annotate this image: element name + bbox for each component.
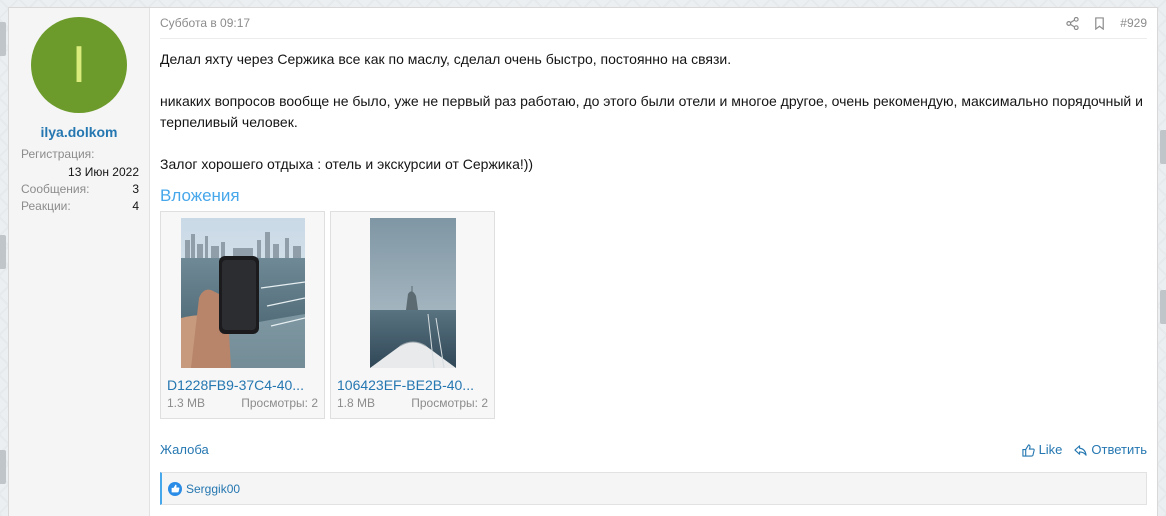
attachment-size: 1.8 MB [337, 396, 376, 410]
avatar[interactable]: I [31, 17, 127, 113]
reply-button[interactable]: Ответить [1074, 442, 1147, 457]
attachment-item[interactable]: 106423EF-BE2B-40... 1.8 MB Просмотры: 2 [330, 211, 495, 419]
post-paragraph: Залог хорошего отдыха : отель и экскурси… [160, 156, 534, 172]
right-edge-tab [1160, 290, 1166, 324]
attachment-size: 1.3 MB [167, 396, 206, 410]
attachment-views: Просмотры: 2 [241, 396, 318, 410]
post-paragraph: Делал яхту через Сержика все как по масл… [160, 51, 732, 67]
reactions-count: 4 [132, 199, 139, 213]
attachment-meta: 1.3 MB Просмотры: 2 [167, 396, 318, 410]
avatar-letter: I [71, 36, 87, 94]
left-edge-tab [0, 22, 6, 56]
post-paragraph: никаких вопросов вообще не было, уже не … [160, 93, 1143, 130]
left-edge-tab [0, 235, 6, 269]
registration-label: Регистрация: [21, 147, 95, 161]
post-footer: Жалоба Like Ответить [160, 442, 1147, 457]
post-header: Суббота в 09:17 #929 [160, 8, 1147, 39]
reactions-label: Реакции: [21, 199, 71, 213]
user-info-panel: I ilya.dolkom Регистрация: 13 Июн 2022 С… [9, 8, 150, 516]
post-number[interactable]: #929 [1120, 16, 1147, 30]
attachment-views: Просмотры: 2 [411, 396, 488, 410]
attachments-list: D1228FB9-37C4-40... 1.3 MB Просмотры: 2 [160, 211, 1147, 419]
like-icon [1021, 442, 1035, 457]
reply-icon [1074, 442, 1088, 457]
attachment-name[interactable]: 106423EF-BE2B-40... [337, 377, 488, 393]
attachment-meta: 1.8 MB Просмотры: 2 [337, 396, 488, 410]
report-link[interactable]: Жалоба [160, 442, 209, 457]
post-main: Суббота в 09:17 #929 Делал яхту через Се… [150, 8, 1157, 516]
left-edge-tab [0, 450, 6, 484]
right-edge-tab [1160, 130, 1166, 164]
like-reaction-icon [168, 481, 182, 496]
bookmark-icon[interactable] [1093, 16, 1106, 31]
attachment-thumbnail[interactable] [167, 218, 318, 368]
share-icon[interactable] [1066, 16, 1079, 31]
reply-label: Ответить [1091, 442, 1147, 458]
forum-post: I ilya.dolkom Регистрация: 13 Июн 2022 С… [8, 7, 1158, 516]
registration-date: 13 Июн 2022 [68, 165, 139, 179]
post-timestamp[interactable]: Суббота в 09:17 [160, 16, 250, 30]
like-label: Like [1038, 442, 1063, 458]
post-body: Делал яхту через Сержика все как по масл… [160, 49, 1147, 175]
messages-label: Сообщения: [21, 182, 90, 196]
username[interactable]: ilya.dolkom [9, 124, 149, 140]
user-stats: Регистрация: 13 Июн 2022 Сообщения: 3 Ре… [21, 146, 139, 215]
like-button[interactable]: Like [1021, 442, 1063, 458]
messages-count: 3 [132, 182, 139, 196]
attachments-title: Вложения [160, 186, 240, 205]
attachment-item[interactable]: D1228FB9-37C4-40... 1.3 MB Просмотры: 2 [160, 211, 325, 419]
attachment-name[interactable]: D1228FB9-37C4-40... [167, 377, 318, 393]
reaction-users-link[interactable]: Serggik00 [186, 482, 240, 496]
attachment-thumbnail[interactable] [337, 218, 488, 368]
reactions-bar: Serggik00 [160, 472, 1147, 505]
